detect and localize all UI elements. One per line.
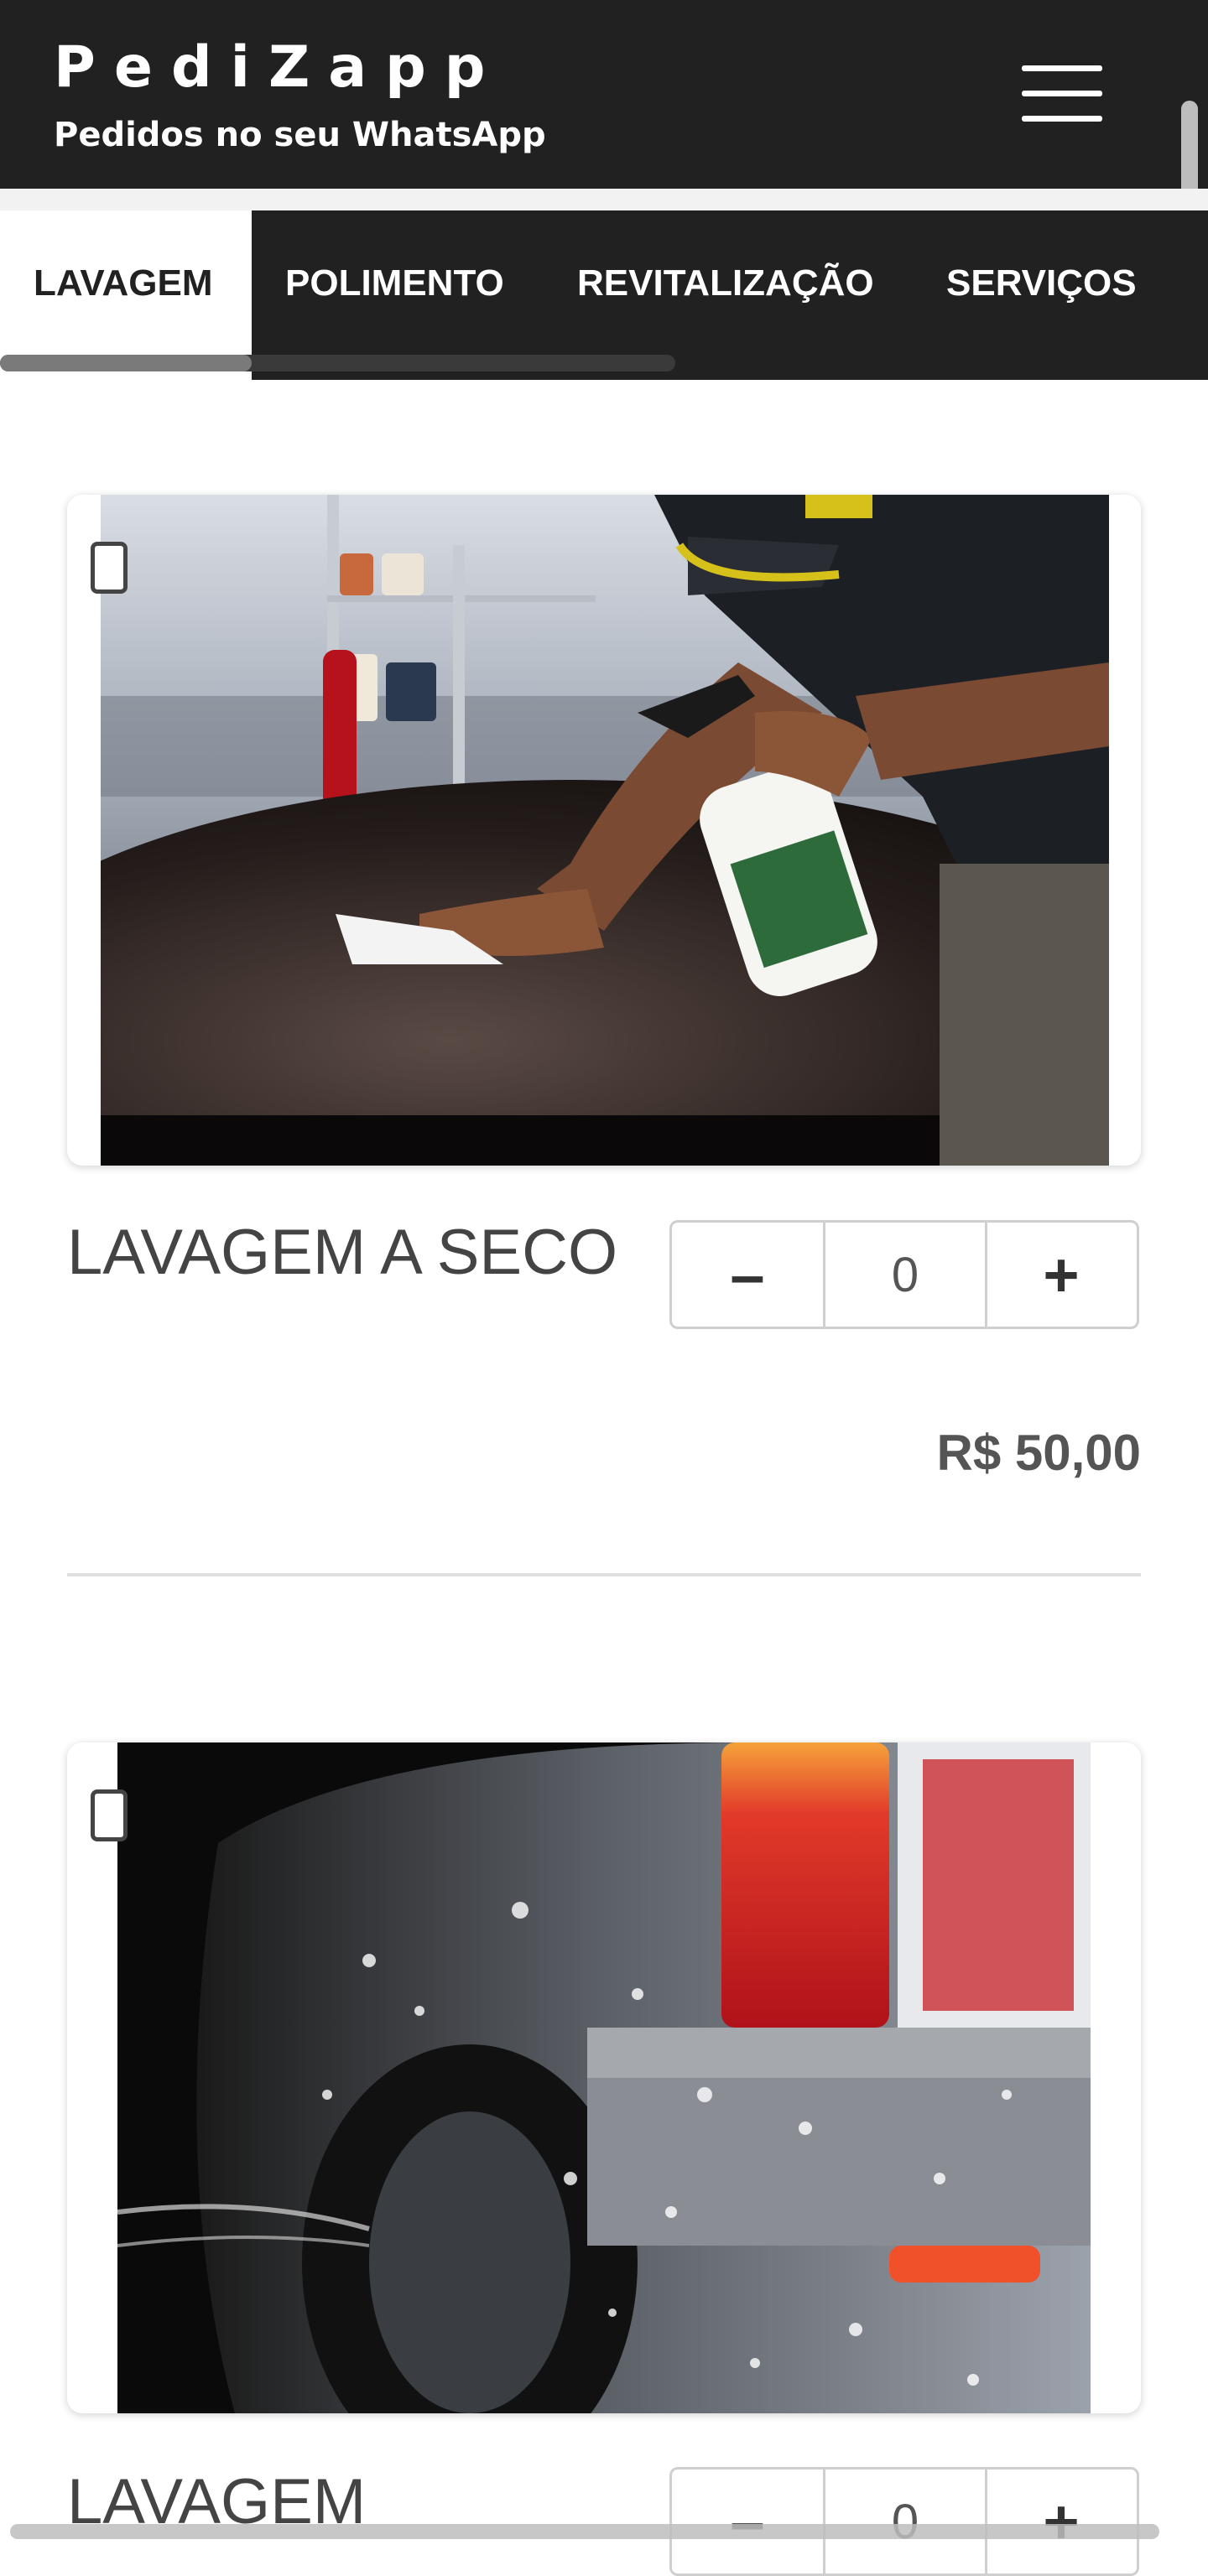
tab-label: SERVIÇOS [946,262,1137,304]
header-separator [0,189,1208,210]
quantity-field[interactable]: 0 [823,1223,987,1327]
tab-servicos[interactable]: SERVIÇOS [913,210,1164,380]
brand-tagline: Pedidos no seu WhatsApp [54,116,546,154]
select-checkbox[interactable] [91,542,128,594]
menu-icon[interactable] [1015,59,1107,134]
brand-logo[interactable]: PediZapp [54,30,504,106]
quantity-stepper: – 0 + [669,2467,1139,2576]
select-checkbox[interactable] [91,1789,128,1841]
product-name: LAVAGEM A SECO [67,1217,618,1288]
product-card[interactable] [67,1742,1141,2413]
product-price: R$ 50,00 [936,1425,1141,1481]
divider [67,1573,1141,1576]
quantity-field[interactable]: 0 [823,2470,987,2573]
tab-label: REVITALIZAÇÃO [577,262,874,304]
tab-label: LAVAGEM [34,262,213,304]
tab-label: POLIMENTO [285,262,504,304]
quantity-stepper: – 0 + [669,1220,1139,1329]
product-image [101,495,1109,1166]
horizontal-scrollbar[interactable] [10,2524,1159,2539]
category-tabs: LAVAGEM POLIMENTO REVITALIZAÇÃO SERVIÇOS [0,210,1208,380]
increase-button[interactable]: + [986,2470,1137,2573]
tabs-scroll-thumb[interactable] [0,355,252,371]
decrease-button[interactable]: – [672,2470,823,2573]
decrease-button[interactable]: – [672,1223,823,1327]
product-image [117,1742,1091,2413]
app-header: PediZapp Pedidos no seu WhatsApp [0,0,1208,189]
increase-button[interactable]: + [986,1223,1137,1327]
product-card[interactable] [67,495,1141,1166]
